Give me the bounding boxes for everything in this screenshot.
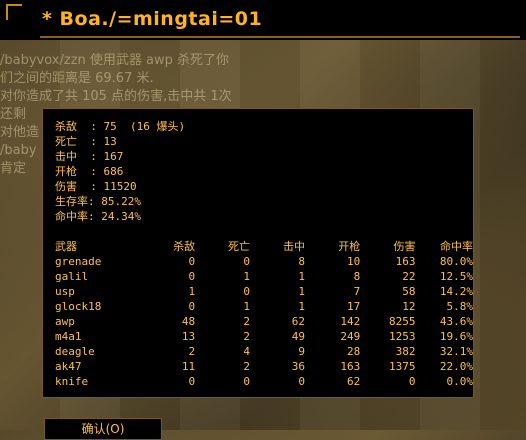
table-row: usp 1 0 1 7 58 14.2%: [55, 284, 473, 299]
chat-line: /babyvox/zzn 使用武器 awp 杀死了你: [0, 53, 229, 68]
table-cell: 9: [298, 345, 306, 358]
table-cell: 4: [243, 345, 251, 358]
summary-shots: 开枪 : 686: [55, 165, 124, 178]
table-cell: 0: [243, 375, 251, 388]
table-cell: 14.2%: [439, 285, 473, 298]
summary-kills: 杀敌 : 75 (16 爆头): [55, 120, 186, 133]
table-cell: 163: [395, 255, 416, 268]
table-cell: 0: [408, 375, 416, 388]
corner-ornament-icon: [6, 4, 22, 20]
table-row: knife 0 0 0 62 0 0.0%: [55, 374, 473, 389]
table-row: glock18 0 1 1 17 12 5.8%: [55, 299, 473, 314]
table-row: ak47 11 2 36 163 1375 22.0%: [55, 359, 473, 374]
table-cell: usp: [55, 285, 75, 298]
table-cell: 13: [181, 330, 196, 343]
table-cell: m4a1: [55, 330, 82, 343]
table-cell: 62: [346, 375, 361, 388]
chat-line: 们之间的距离是 69.67 米.: [0, 71, 154, 86]
table-cell: 10: [346, 255, 361, 268]
summary-survival-rate: 生存率: 85.22%: [55, 195, 141, 208]
stats-summary: 杀敌 : 75 (16 爆头) 死亡 : 13 击中 : 167 开枪 : 68…: [55, 119, 185, 224]
table-cell: 19.6%: [439, 330, 473, 343]
table-cell: 0.0%: [446, 375, 474, 388]
table-cell: 1: [243, 270, 251, 283]
table-cell: 2: [243, 315, 251, 328]
summary-deaths: 死亡 : 13: [55, 135, 117, 148]
column-header: 命中率: [440, 240, 473, 253]
table-cell: 142: [340, 315, 361, 328]
table-cell: 8: [298, 255, 306, 268]
table-header-row: 武器 杀敌 死亡 击中 开枪 伤害 命中率: [55, 239, 473, 254]
table-cell: 382: [395, 345, 416, 358]
table-cell: 1: [298, 300, 306, 313]
table-cell: glock18: [55, 300, 102, 313]
summary-damage: 伤害 : 11520: [55, 180, 137, 193]
table-cell: ak47: [55, 360, 82, 373]
table-cell: 0: [243, 285, 251, 298]
column-header: 开枪: [338, 240, 361, 253]
column-header: 击中: [283, 240, 306, 253]
column-header: 杀敌: [173, 240, 196, 253]
table-cell: galil: [55, 270, 89, 283]
table-cell: 22: [402, 270, 416, 283]
table-cell: 1253: [389, 330, 416, 343]
table-cell: 58: [402, 285, 416, 298]
table-cell: 43.6%: [439, 315, 473, 328]
summary-hits: 击中 : 167: [55, 150, 124, 163]
table-row: galil 0 1 1 8 22 12.5%: [55, 269, 473, 284]
table-cell: 163: [340, 360, 361, 373]
table-cell: 32.1%: [439, 345, 473, 358]
table-cell: 249: [340, 330, 361, 343]
table-cell: 1: [243, 300, 251, 313]
column-header: 武器: [55, 240, 77, 253]
title-bar: * Boa./=mingtai=01: [0, 0, 526, 40]
table-row: m4a1 13 2 49 249 1253 19.6%: [55, 329, 473, 344]
table-cell: 1: [188, 285, 196, 298]
table-cell: 49: [291, 330, 306, 343]
table-cell: 12: [402, 300, 416, 313]
stats-panel: 杀敌 : 75 (16 爆头) 死亡 : 13 击中 : 167 开枪 : 68…: [42, 108, 474, 398]
table-row: grenade 0 0 8 10 163 80.0%: [55, 254, 473, 269]
title-divider: [40, 36, 520, 38]
table-cell: 28: [346, 345, 361, 358]
table-cell: grenade: [55, 255, 102, 268]
table-cell: 7: [353, 285, 361, 298]
table-cell: deagle: [55, 345, 95, 358]
table-cell: 0: [243, 255, 251, 268]
table-cell: 11: [181, 360, 196, 373]
weapon-stats-table: 武器 杀敌 死亡 击中 开枪 伤害 命中率 grenade 0 0 8 10 163 80.…: [55, 239, 473, 389]
table-cell: knife: [55, 375, 89, 388]
table-cell: 8: [353, 270, 361, 283]
summary-accuracy: 命中率: 24.34%: [55, 210, 141, 223]
table-cell: 22.0%: [439, 360, 473, 373]
table-cell: 8255: [389, 315, 416, 328]
table-row: awp 48 2 62 142 8255 43.6%: [55, 314, 473, 329]
table-cell: awp: [55, 315, 75, 328]
table-cell: 2: [188, 345, 196, 358]
table-cell: 36: [291, 360, 306, 373]
table-cell: 80.0%: [439, 255, 473, 268]
table-cell: 0: [188, 375, 196, 388]
column-header: 伤害: [393, 240, 416, 253]
table-cell: 2: [243, 330, 251, 343]
column-header: 死亡: [228, 240, 251, 253]
chat-line: 对你造成了共 105 点的伤害,击中共 1次: [0, 89, 232, 104]
table-cell: 12.5%: [439, 270, 473, 283]
table-cell: 1: [298, 285, 306, 298]
table-cell: 17: [346, 300, 361, 313]
table-cell: 0: [188, 300, 196, 313]
table-cell: 5.8%: [446, 300, 474, 313]
confirm-button[interactable]: 确认(O): [44, 418, 162, 440]
player-title: * Boa./=mingtai=01: [42, 8, 263, 30]
table-cell: 1375: [389, 360, 416, 373]
table-cell: 0: [188, 255, 196, 268]
table-row: deagle 2 4 9 28 382 32.1%: [55, 344, 473, 359]
table-cell: 0: [188, 270, 196, 283]
table-cell: 2: [243, 360, 251, 373]
table-cell: 1: [298, 270, 306, 283]
table-cell: 48: [181, 315, 196, 328]
table-cell: 62: [291, 315, 306, 328]
table-cell: 0: [298, 375, 306, 388]
